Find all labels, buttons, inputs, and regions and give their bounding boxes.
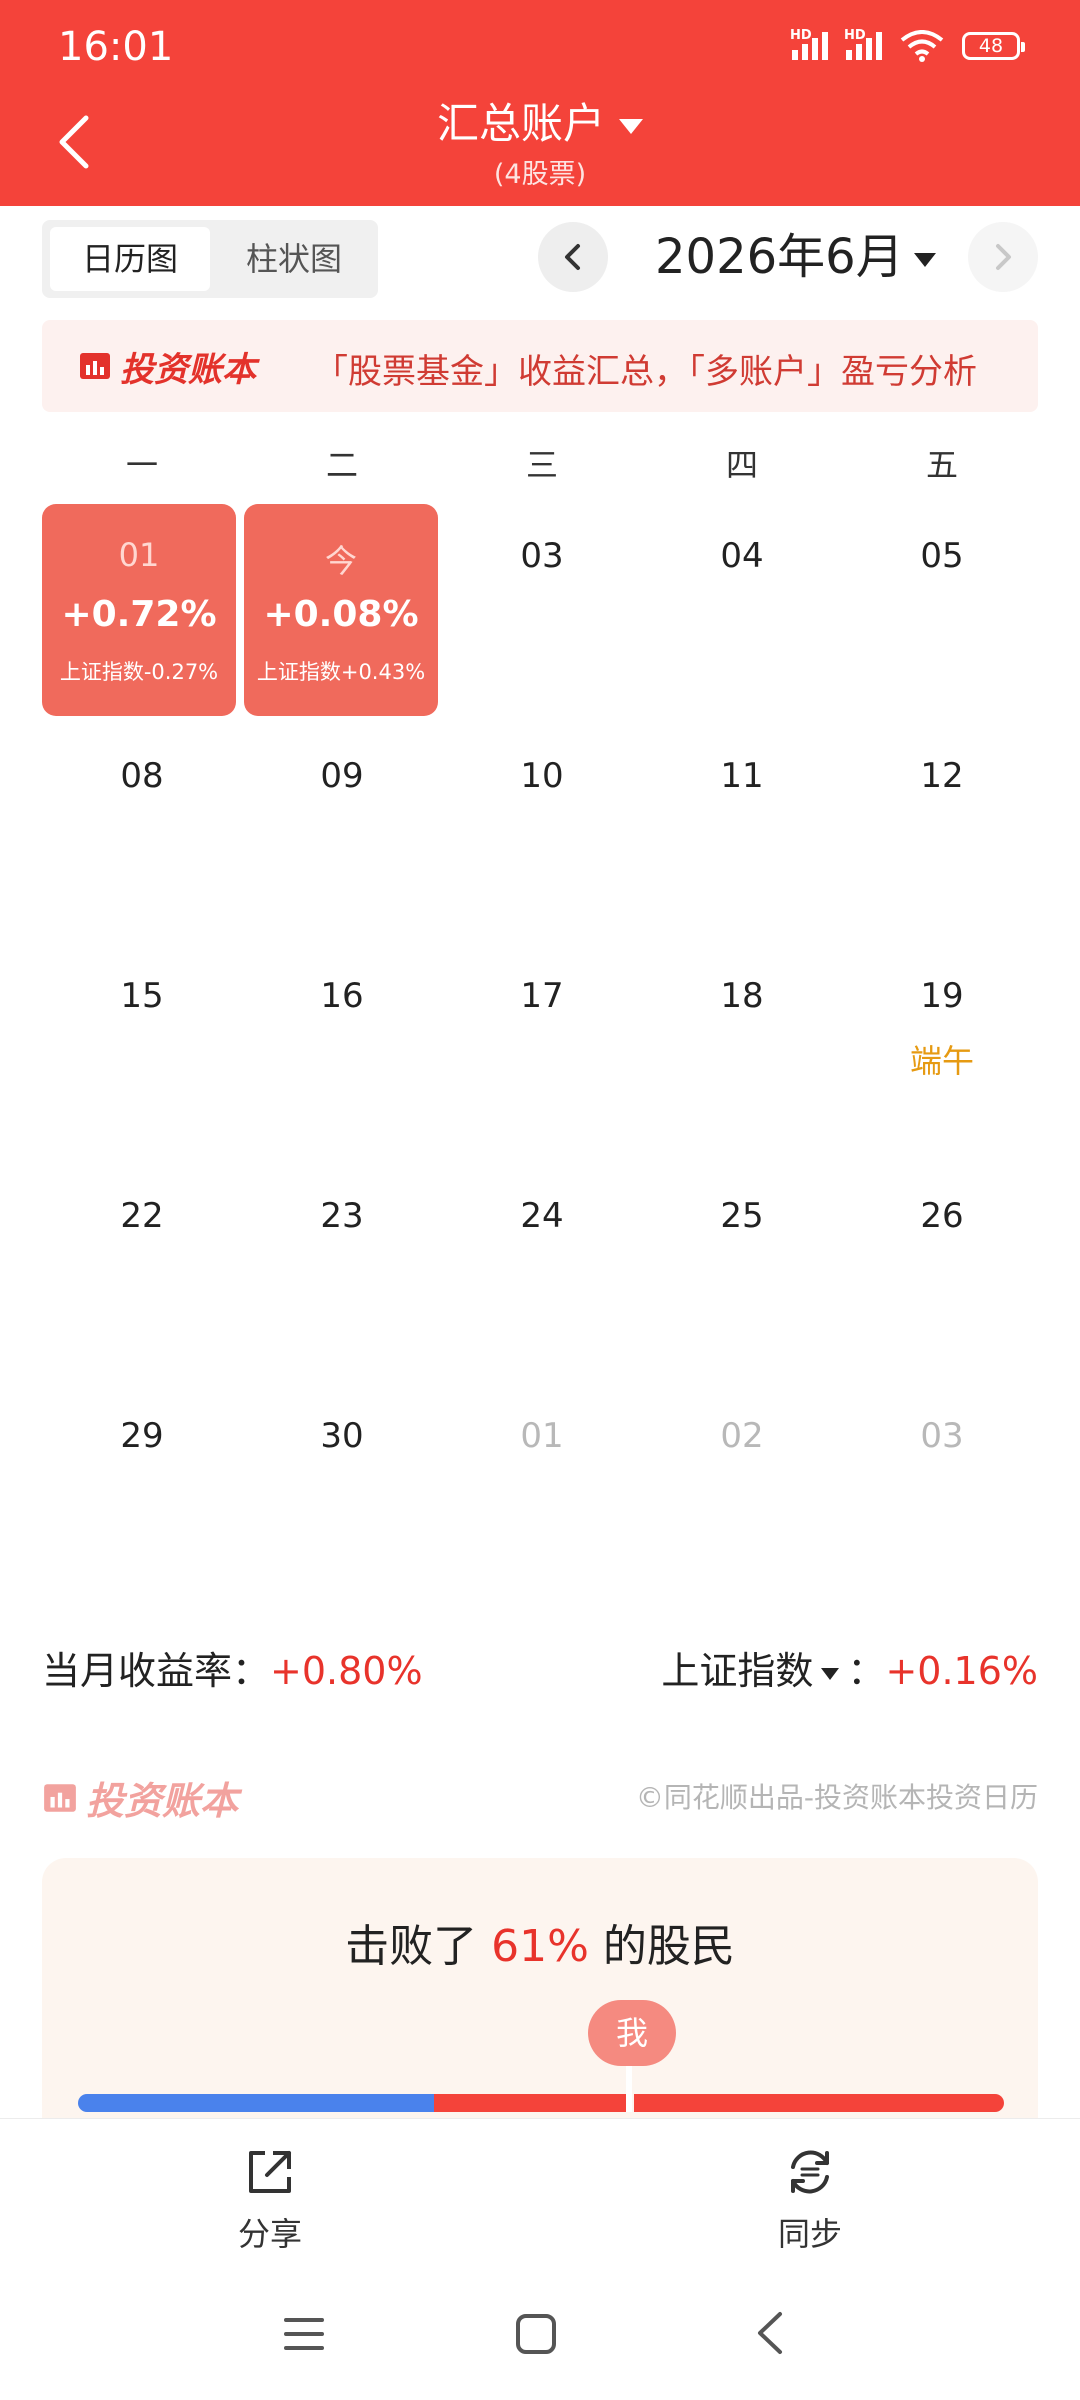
- calendar-day[interactable]: 04: [642, 536, 842, 576]
- calendar-day[interactable]: 16: [242, 976, 442, 1016]
- calendar-day[interactable]: 11: [642, 756, 842, 796]
- promo-text: 「股票基金」收益汇总，「多账户」盈亏分析: [314, 352, 977, 392]
- calendar-day[interactable]: 05: [842, 536, 1042, 576]
- caret-down-icon: [619, 119, 643, 134]
- calendar-day[interactable]: 19: [842, 976, 1042, 1016]
- ranking-percent: 61%: [491, 1921, 589, 1972]
- calendar-day[interactable]: 25: [642, 1196, 842, 1236]
- system-navigation-bar: [0, 2278, 1080, 2400]
- calendar-day[interactable]: 24: [442, 1196, 642, 1236]
- month-label: 2026年6月: [655, 229, 904, 285]
- tab-calendar[interactable]: 日历图: [50, 227, 210, 291]
- brand-logo: 投资账本: [78, 342, 256, 390]
- ranking-bar-segment: [78, 2094, 434, 2112]
- weekday-mon: 一: [125, 446, 158, 484]
- bottom-action-bar: 分享 同步: [0, 2118, 1080, 2279]
- ranking-position-marker: [626, 2066, 632, 2112]
- weekday-tue: 二: [325, 446, 358, 484]
- copyright-text: ©同花顺出品-投资账本投资日历: [635, 1781, 1038, 1814]
- calendar-day-next-month: 03: [920, 1416, 964, 1456]
- caret-down-icon: [821, 1667, 840, 1680]
- calendar-day-next-month: 02: [720, 1416, 764, 1456]
- chevron-right-icon: [996, 244, 1011, 270]
- weekday-wed: 三: [525, 446, 558, 484]
- calendar-cell-today[interactable]: 今 +0.08% 上证指数+0.43%: [244, 504, 438, 716]
- index-value: +0.16%: [885, 1649, 1038, 1693]
- brand-watermark: 投资账本: [42, 1770, 238, 1825]
- calendar-day[interactable]: 12: [842, 756, 1042, 796]
- me-marker: 我: [588, 2000, 676, 2066]
- weekday-fri: 五: [925, 446, 958, 484]
- index-summary: 上证指数 ：+0.16%: [661, 1640, 1038, 1695]
- weekday-thu: 四: [725, 446, 758, 484]
- promo-banner[interactable]: 投资账本 「股票基金」收益汇总，「多账户」盈亏分析: [42, 320, 1038, 412]
- ranking-bar-segment: [434, 2094, 626, 2112]
- calendar-cell-profit[interactable]: 01 +0.72% 上证指数-0.27%: [42, 504, 236, 716]
- status-time: 16:01: [58, 24, 174, 70]
- ledger-icon: [44, 1783, 76, 1812]
- chevron-left-icon: [565, 244, 580, 270]
- calendar-day[interactable]: 26: [842, 1196, 1042, 1236]
- monthly-return-label: 当月收益率：: [42, 1649, 271, 1693]
- calendar-day[interactable]: 15: [42, 976, 242, 1016]
- share-icon: [249, 2151, 291, 2193]
- account-selector[interactable]: 汇总账户: [0, 90, 1080, 151]
- view-toggle: 日历图 柱状图: [42, 220, 378, 298]
- calendar-day[interactable]: 09: [242, 756, 442, 796]
- index-selector[interactable]: 上证指数: [661, 1649, 847, 1693]
- calendar-day[interactable]: 30: [242, 1416, 442, 1456]
- daily-return: +0.72%: [61, 594, 217, 635]
- ranking-title: 击败了 61% 的股民: [345, 1921, 735, 1972]
- calendar-day[interactable]: 29: [42, 1416, 242, 1456]
- calendar-day[interactable]: 17: [442, 976, 642, 1016]
- prev-month-button[interactable]: [538, 222, 608, 292]
- ranking-card: [42, 1858, 1038, 2118]
- calendar-day[interactable]: 23: [242, 1196, 442, 1236]
- index-separator: ：: [847, 1649, 886, 1693]
- ledger-icon: [80, 353, 110, 379]
- tab-bar-chart[interactable]: 柱状图: [218, 227, 370, 291]
- back-nav-icon[interactable]: [750, 2308, 790, 2358]
- daily-return: +0.08%: [263, 594, 419, 635]
- calendar-day[interactable]: 10: [442, 756, 642, 796]
- holiday-label: 端午: [909, 1042, 974, 1080]
- battery-icon: 48: [962, 32, 1025, 60]
- calendar-day[interactable]: 03: [442, 536, 642, 576]
- calendar-day-next-month: 01: [520, 1416, 564, 1456]
- monthly-return-value: +0.80%: [270, 1649, 423, 1693]
- home-icon[interactable]: [514, 2312, 558, 2356]
- status-icons: HD HD 48: [790, 28, 1025, 62]
- page-title: 汇总账户: [436, 99, 605, 148]
- day-number: 今: [324, 542, 357, 580]
- monthly-return: 当月收益率：+0.80%: [42, 1640, 423, 1695]
- month-selector[interactable]: 2026年6月: [655, 222, 936, 292]
- signal-icon-2: HD: [844, 28, 882, 60]
- day-number: 01: [118, 536, 160, 574]
- menu-icon[interactable]: [282, 2314, 326, 2354]
- calendar-day[interactable]: 18: [642, 976, 842, 1016]
- signal-icon: HD: [790, 28, 828, 60]
- page-subtitle: (4股票): [493, 159, 587, 190]
- caret-down-icon: [913, 253, 936, 267]
- calendar-day[interactable]: 22: [42, 1196, 242, 1236]
- sync-icon: [791, 2150, 829, 2194]
- next-month-button[interactable]: [968, 222, 1038, 292]
- index-change: 上证指数+0.43%: [256, 660, 426, 684]
- calendar-day[interactable]: 08: [42, 756, 242, 796]
- ranking-bar-segment: [634, 2094, 1004, 2112]
- index-change: 上证指数-0.27%: [59, 660, 219, 684]
- wifi-icon: [900, 30, 944, 62]
- app-header: 16:01 HD HD 48 汇总账户 (4股票): [0, 0, 1080, 206]
- index-label: 上证指数: [661, 1649, 814, 1693]
